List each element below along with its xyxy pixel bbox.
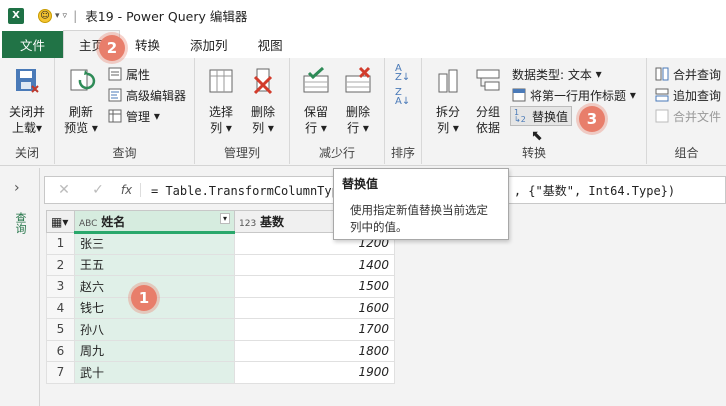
group-transform: 拆分 列 ▾ 分组 依据 数据类型: 文本 ▾ 将第一行用作标题 ▾ 1 ↳2 替换… (422, 58, 647, 164)
group-by-icon (476, 69, 500, 91)
confirm-icon[interactable]: ✓ (83, 182, 113, 198)
group-label: 组合 (674, 146, 699, 160)
smiley-icon[interactable]: ☺ (38, 8, 52, 23)
refresh-preview-button[interactable]: 刷新 预览 ▾ (59, 66, 103, 136)
group-label: 管理列 (223, 146, 260, 160)
table-menu-icon[interactable]: ▦▾ (46, 210, 75, 233)
cancel-icon[interactable]: ✕ (45, 182, 83, 198)
properties-icon (108, 67, 122, 81)
data-type-dropdown[interactable]: 数据类型: 文本 ▾ (512, 64, 602, 84)
merge-files-button[interactable]: 合并文件 (655, 106, 721, 126)
table-row[interactable]: 6 周九 1800 (46, 339, 395, 362)
group-label: 关闭 (14, 146, 39, 160)
row-number: 7 (46, 361, 75, 384)
filter-dropdown-icon[interactable]: ▾ (219, 212, 230, 224)
tab-file[interactable]: 文件 (2, 31, 64, 58)
fx-icon[interactable]: fx (113, 183, 141, 197)
editor-icon (108, 88, 122, 102)
choose-columns-button[interactable]: 选择 列 ▾ (199, 66, 243, 136)
replace-values-button[interactable]: 1 ↳2 替换值 (510, 106, 573, 126)
group-query: 刷新 预览 ▾ 属性 高级编辑器 管理 ▾ 查询 (55, 58, 195, 164)
row-number: 1 (46, 232, 75, 255)
queries-pane-label[interactable]: 查询 (12, 212, 28, 234)
replace-values-icon: 1 ↳2 (514, 108, 526, 124)
excel-icon: X (8, 7, 24, 24)
window-title: 表19 - Power Query 编辑器 (85, 9, 248, 24)
properties-button[interactable]: 属性 (108, 64, 150, 84)
divider: | (73, 8, 78, 23)
cell-value[interactable]: 1800 (234, 339, 395, 362)
dropdown-arrow-icon[interactable]: ▾ (55, 11, 60, 21)
cell-name[interactable]: 周九 (74, 339, 235, 362)
append-queries-button[interactable]: 追加查询 (655, 85, 721, 105)
row-number: 5 (46, 318, 75, 341)
ribbon: 关闭并 上载▾ 关闭 刷新 预览 ▾ 属性 高级编辑器 管理 ▾ 查询 选择 列… (0, 58, 726, 166)
step-badge-2: 2 (99, 35, 125, 61)
sort-ascending-icon[interactable]: A Z↓ (395, 64, 410, 86)
save-close-icon (16, 69, 39, 93)
title-bar: X ☺ ▾ ▿ | 表19 - Power Query 编辑器 (0, 0, 726, 31)
queries-pane: › 查询 (0, 168, 40, 406)
append-icon (655, 88, 669, 102)
remove-columns-icon (253, 68, 273, 95)
merge-queries-button[interactable]: 合并查询 (655, 64, 721, 84)
remove-rows-icon (345, 66, 371, 93)
cell-name[interactable]: 张三 (74, 232, 235, 255)
group-reduce-rows: 保留 行 ▾ 删除 行 ▾ 减少行 (290, 58, 385, 164)
refresh-icon (70, 69, 96, 91)
table-row[interactable]: 7 武十 1900 (46, 361, 395, 384)
expand-chevron-icon[interactable]: › (14, 180, 20, 196)
cell-value[interactable]: 1900 (234, 361, 395, 384)
keep-rows-button[interactable]: 保留 行 ▾ (294, 66, 338, 136)
tab-transform[interactable]: 转换 (120, 31, 175, 58)
group-sort: A Z↓ Z A↓ 排序 (385, 58, 422, 164)
cell-value[interactable]: 1500 (234, 275, 395, 298)
close-load-button[interactable]: 关闭并 上载▾ (5, 66, 49, 136)
group-label: 转换 (521, 146, 546, 160)
table-row[interactable]: 3 赵六 1500 (46, 275, 395, 298)
mouse-cursor-icon: ⬉ (531, 128, 543, 144)
choose-columns-icon (209, 69, 233, 93)
tab-add-column[interactable]: 添加列 (175, 31, 243, 58)
step-badge-3: 3 (579, 106, 605, 132)
group-label: 查询 (112, 146, 137, 160)
cell-value[interactable]: 1600 (234, 296, 395, 319)
table-row[interactable]: 2 王五 1400 (46, 253, 395, 276)
cell-value[interactable]: 1400 (234, 253, 395, 276)
split-column-button[interactable]: 拆分 列 ▾ (426, 66, 470, 136)
split-column-icon (438, 69, 458, 93)
row-number: 3 (46, 275, 75, 298)
customize-qat-icon[interactable]: ▿ (63, 11, 68, 21)
group-by-button[interactable]: 分组 依据 (466, 66, 510, 136)
group-label: 排序 (390, 146, 415, 160)
keep-rows-icon (303, 66, 329, 93)
row-number: 4 (46, 296, 75, 319)
group-combine: 合并查询 追加查询 合并文件 组合 (647, 58, 726, 164)
remove-rows-button[interactable]: 删除 行 ▾ (336, 66, 380, 136)
sort-descending-icon[interactable]: Z A↓ (395, 88, 410, 110)
group-label: 减少行 (318, 146, 355, 160)
merge-files-icon (655, 109, 669, 123)
advanced-editor-button[interactable]: 高级编辑器 (108, 85, 186, 105)
manage-icon (108, 109, 122, 123)
merge-icon (655, 67, 669, 81)
row-number: 2 (46, 253, 75, 276)
cell-name[interactable]: 孙八 (74, 318, 235, 341)
cell-name[interactable]: 武十 (74, 361, 235, 384)
table-row[interactable]: 4 钱七 1600 (46, 296, 395, 319)
tab-view[interactable]: 视图 (243, 31, 298, 58)
cell-name[interactable]: 王五 (74, 253, 235, 276)
step-badge-1: 1 (131, 285, 157, 311)
remove-columns-button[interactable]: 删除 列 ▾ (241, 66, 285, 136)
group-manage-columns: 选择 列 ▾ 删除 列 ▾ 管理列 (195, 58, 290, 164)
cell-value[interactable]: 1700 (234, 318, 395, 341)
manage-button[interactable]: 管理 ▾ (108, 106, 160, 126)
row-number: 6 (46, 339, 75, 362)
use-first-row-button[interactable]: 将第一行用作标题 ▾ (512, 85, 636, 105)
group-close: 关闭并 上载▾ 关闭 (0, 58, 55, 164)
column-header-name[interactable]: ABC 姓名 ▾ (74, 210, 235, 234)
table-row[interactable]: 5 孙八 1700 (46, 318, 395, 341)
tooltip-replace-values: 替换值 使用指定新值替换当前选定 列中的值。 (333, 168, 509, 240)
first-row-icon (512, 88, 526, 102)
